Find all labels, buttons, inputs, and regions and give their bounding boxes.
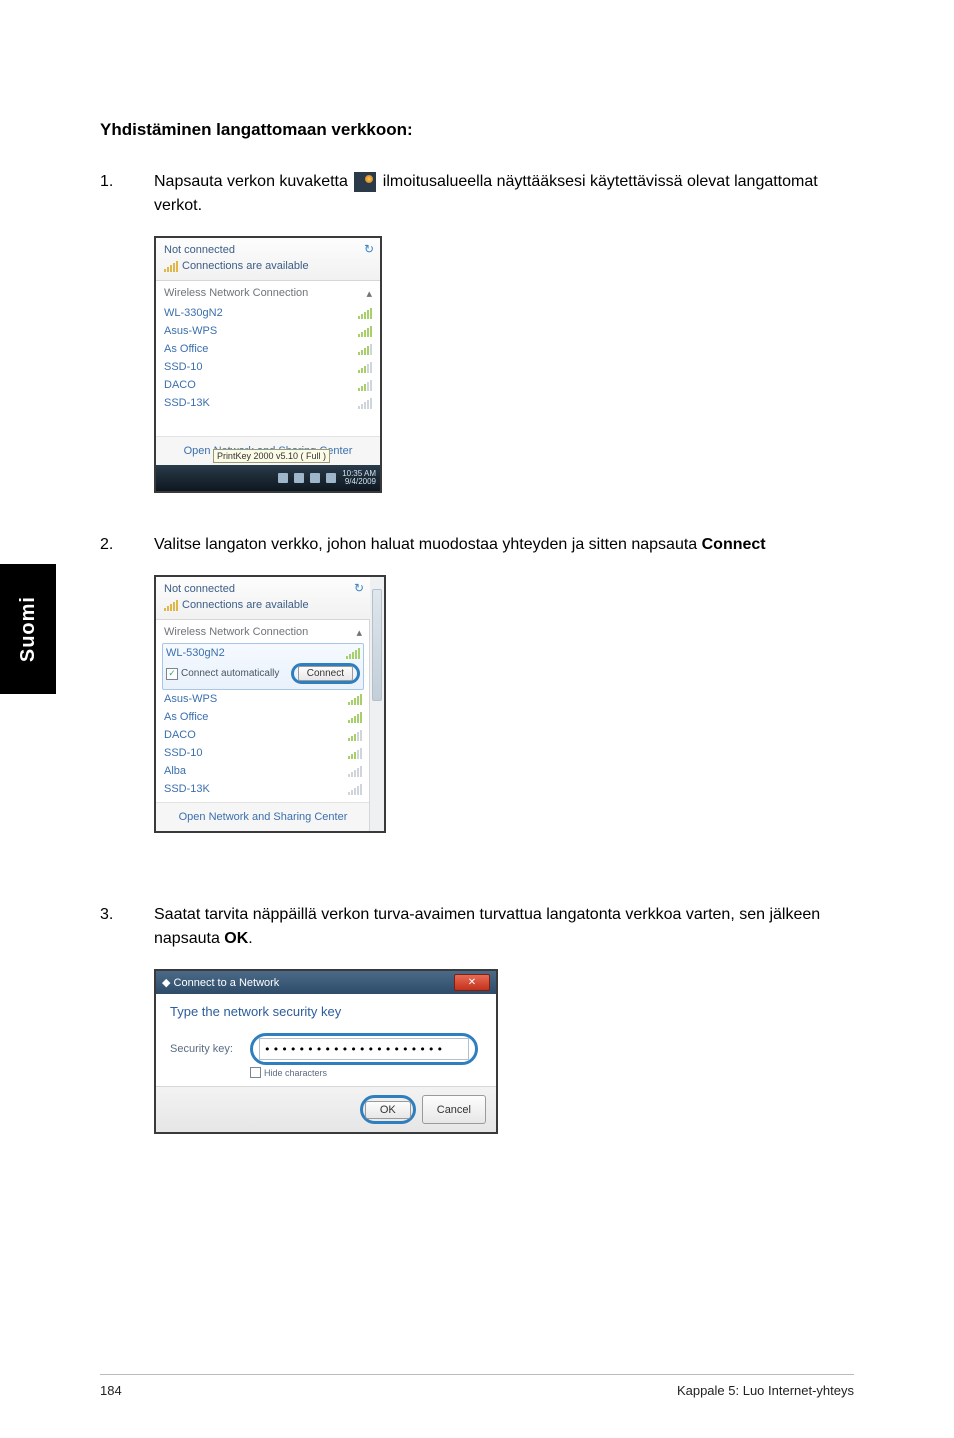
taskbar-clock[interactable]: 10:35 AM 9/4/2009 <box>342 470 376 486</box>
wifi-item-selected[interactable]: WL-530gN2 ✓ Connect automatically Connec… <box>162 643 364 690</box>
dialog-title: Connect to a Network <box>174 977 280 989</box>
screenshot-wifi-list: ↻ Not connected Connections are availabl… <box>154 236 382 493</box>
step-1: 1. Napsauta verkon kuvaketta ilmoitusalu… <box>100 170 854 218</box>
not-connected-label: Not connected <box>164 583 362 595</box>
wifi-item[interactable]: SSD-10 <box>164 358 372 376</box>
step-3: 3. Saatat tarvita näppäillä verkon turva… <box>100 903 854 951</box>
wifi-item[interactable]: As Office <box>164 340 372 358</box>
signal-icon <box>358 397 372 409</box>
signal-icon <box>348 747 362 759</box>
step2-bold: Connect <box>702 536 766 553</box>
signal-icon <box>358 361 372 373</box>
signal-icon <box>348 783 362 795</box>
tray-icon[interactable] <box>310 473 320 483</box>
step-number: 3. <box>100 903 154 951</box>
not-connected-label: Not connected <box>164 244 372 256</box>
page-number: 184 <box>100 1383 122 1398</box>
collapse-arrow-icon[interactable]: ▴ <box>366 287 372 300</box>
wifi-item[interactable]: DACO <box>164 376 372 394</box>
wifi-item[interactable]: DACO <box>164 726 362 744</box>
signal-icon <box>348 693 362 705</box>
step2-text-a: Valitse langaton verkko, johon haluat mu… <box>154 536 702 553</box>
tray-icon[interactable] <box>278 473 288 483</box>
highlight-oval: OK <box>360 1095 416 1124</box>
signal-icon <box>348 765 362 777</box>
close-button[interactable]: ✕ <box>454 974 490 991</box>
screenshot-security-dialog: ◆ Connect to a Network ✕ Type the networ… <box>154 969 498 1134</box>
connect-auto-checkbox[interactable]: ✓ Connect automatically <box>166 668 279 680</box>
signal-warn-icon <box>164 599 178 611</box>
network-tray-icon <box>354 172 376 192</box>
page-footer: 184 Kappale 5: Luo Internet-yhteys <box>100 1374 854 1398</box>
cancel-button[interactable]: Cancel <box>422 1095 486 1124</box>
signal-icon <box>358 307 372 319</box>
refresh-icon[interactable]: ↻ <box>354 581 364 595</box>
tray-icon[interactable] <box>294 473 304 483</box>
step1-text-a: Napsauta verkon kuvaketta <box>154 173 352 190</box>
step-body: Valitse langaton verkko, johon haluat mu… <box>154 533 854 557</box>
taskbar: PrintKey 2000 v5.10 ( Full ) 10:35 AM 9/… <box>156 465 380 491</box>
connections-available-label: Connections are available <box>182 260 309 272</box>
hide-characters-checkbox[interactable]: Hide characters <box>250 1067 482 1078</box>
connect-button[interactable]: Connect <box>298 666 353 681</box>
wifi-item[interactable]: SSD-13K <box>164 394 372 412</box>
dialog-titlebar: ◆ Connect to a Network ✕ <box>156 971 496 994</box>
scrollbar[interactable] <box>369 577 384 831</box>
signal-icon <box>348 711 362 723</box>
step-number: 1. <box>100 170 154 218</box>
wifi-item[interactable]: Alba <box>164 762 362 780</box>
step-2: 2. Valitse langaton verkko, johon haluat… <box>100 533 854 557</box>
signal-warn-icon <box>164 260 178 272</box>
section-heading: Yhdistäminen langattomaan verkkoon: <box>100 120 854 140</box>
refresh-icon[interactable]: ↻ <box>364 242 374 256</box>
tray-icon[interactable] <box>326 473 336 483</box>
language-label: Suomi <box>17 596 40 662</box>
security-key-label: Security key: <box>170 1043 240 1055</box>
scrollbar-thumb[interactable] <box>372 589 382 701</box>
wifi-category-label: Wireless Network Connection <box>164 626 308 639</box>
security-key-input[interactable] <box>259 1038 469 1060</box>
step3-text-c: . <box>248 930 252 947</box>
selected-network-name: WL-530gN2 <box>166 647 225 659</box>
language-side-tab: Suomi <box>0 564 56 694</box>
wifi-item[interactable]: WL-330gN2 <box>164 304 372 322</box>
chapter-label: Kappale 5: Luo Internet-yhteys <box>677 1383 854 1398</box>
wifi-item[interactable]: As Office <box>164 708 362 726</box>
wifi-category-label: Wireless Network Connection <box>164 287 308 300</box>
highlight-oval <box>250 1033 478 1065</box>
signal-icon <box>346 647 360 659</box>
wifi-item[interactable]: Asus-WPS <box>164 690 362 708</box>
wifi-item[interactable]: SSD-10 <box>164 744 362 762</box>
wifi-item[interactable]: Asus-WPS <box>164 322 372 340</box>
open-network-center-link[interactable]: Open Network and Sharing Center <box>156 802 370 831</box>
signal-icon <box>358 325 372 337</box>
step3-text-a: Saatat tarvita näppäillä verkon turva-av… <box>154 906 820 947</box>
step-number: 2. <box>100 533 154 557</box>
step-body: Saatat tarvita näppäillä verkon turva-av… <box>154 903 854 951</box>
shield-icon: ◆ <box>162 977 170 989</box>
hide-characters-label: Hide characters <box>264 1068 327 1078</box>
step3-bold: OK <box>224 930 248 947</box>
step-body: Napsauta verkon kuvaketta ilmoitusalueel… <box>154 170 854 218</box>
signal-icon <box>358 343 372 355</box>
dialog-prompt: Type the network security key <box>170 1004 482 1019</box>
checkbox-icon: ✓ <box>166 668 178 680</box>
screenshot-wifi-connect: ↻ Not connected Connections are availabl… <box>154 575 386 833</box>
ok-button[interactable]: OK <box>365 1101 411 1119</box>
signal-icon <box>358 379 372 391</box>
collapse-arrow-icon[interactable]: ▴ <box>356 626 362 639</box>
wifi-item[interactable]: SSD-13K <box>164 780 362 798</box>
connections-available-label: Connections are available <box>182 599 309 611</box>
tray-tooltip: PrintKey 2000 v5.10 ( Full ) <box>213 449 330 463</box>
signal-icon <box>348 729 362 741</box>
connect-auto-label: Connect automatically <box>181 668 279 679</box>
highlight-oval: Connect <box>291 663 360 684</box>
